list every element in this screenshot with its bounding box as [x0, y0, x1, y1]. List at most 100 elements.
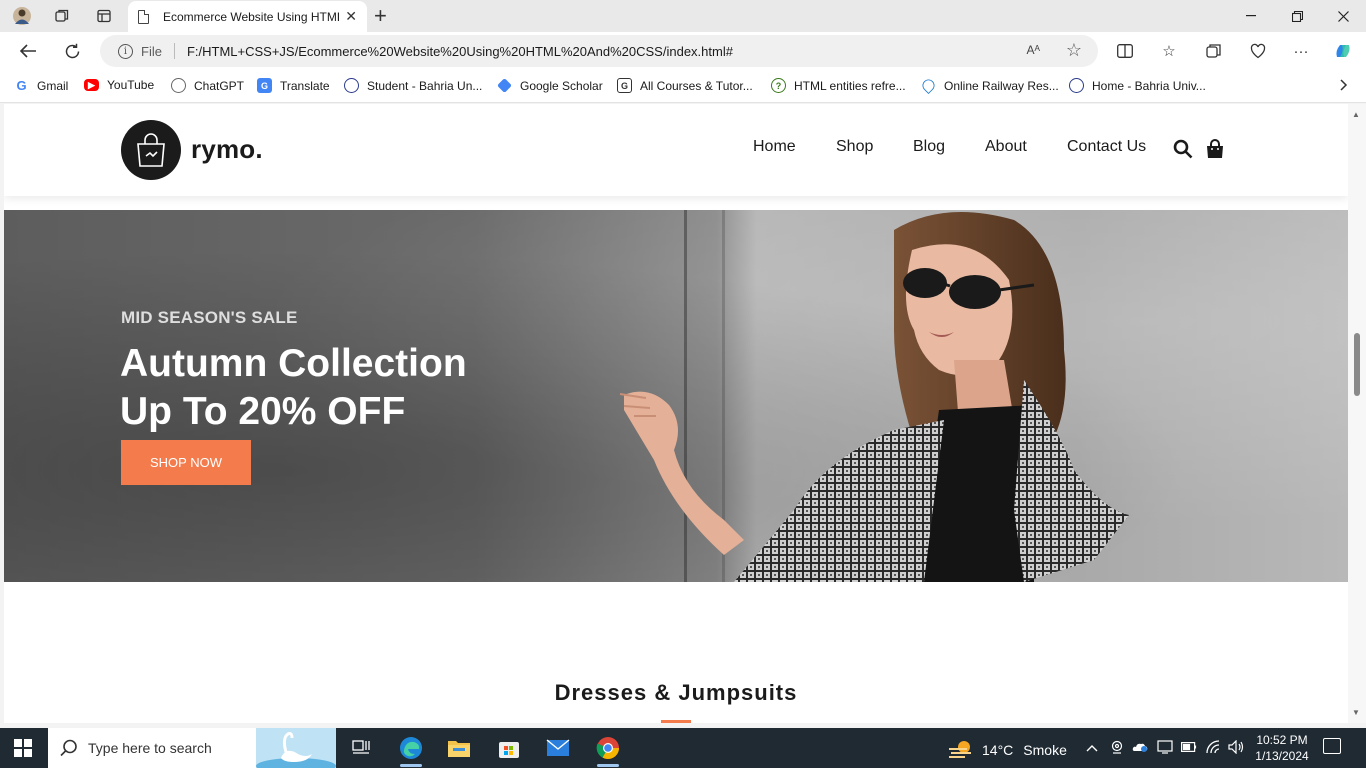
windows-taskbar: Type here to search 14°C Smoke 10:52 PM …: [0, 728, 1366, 768]
favorite-star-icon[interactable]: ☆: [1066, 40, 1082, 61]
workspaces-icon[interactable]: [52, 6, 72, 26]
question-icon: ?: [771, 78, 786, 93]
bahria-icon: [1069, 78, 1084, 93]
model-image: [619, 212, 1129, 582]
bookmark-label: YouTube: [107, 78, 155, 92]
section-title: Dresses & Jumpsuits: [554, 680, 798, 705]
taskbar-search[interactable]: Type here to search: [48, 728, 336, 768]
webcam-icon[interactable]: [1110, 740, 1124, 757]
url-scheme: File: [141, 43, 162, 59]
browser-essentials-icon[interactable]: [1247, 41, 1269, 61]
favorites-icon[interactable]: ☆: [1158, 41, 1180, 61]
google-icon: G: [14, 78, 29, 93]
search-icon[interactable]: [1172, 138, 1194, 160]
bookmark-translate[interactable]: G Translate: [257, 78, 330, 93]
bookmark-google-scholar[interactable]: Google Scholar: [497, 78, 603, 93]
minimize-button[interactable]: [1228, 0, 1274, 32]
bookmark-label: HTML entities refre...: [794, 78, 906, 93]
chevron-right-icon[interactable]: [1340, 78, 1348, 94]
notification-center-icon[interactable]: [1323, 738, 1341, 754]
profile-avatar[interactable]: [12, 6, 32, 26]
shopping-bag-logo-icon[interactable]: [121, 120, 181, 180]
bookmark-student-bahria[interactable]: Student - Bahria Un...: [344, 78, 482, 93]
page-viewport: rymo. Home Shop Blog About Contact Us MI…: [4, 104, 1348, 723]
active-tab[interactable]: Ecommerce Website Using HTML ✕: [128, 1, 367, 32]
tab-strip: Ecommerce Website Using HTML ✕ +: [0, 0, 1366, 32]
nav-home[interactable]: Home: [753, 138, 796, 156]
bookmark-gmail[interactable]: G Gmail: [14, 78, 68, 93]
volume-icon[interactable]: [1228, 739, 1244, 757]
refresh-button[interactable]: [60, 40, 84, 62]
bookmark-chatgpt[interactable]: ChatGPT: [171, 78, 244, 93]
bookmarks-bar: G Gmail ▶ YouTube ChatGPT G Translate St…: [0, 70, 1366, 103]
bookmark-online-railway[interactable]: Online Railway Res...: [920, 77, 1059, 94]
display-icon[interactable]: [1157, 740, 1173, 757]
read-aloud-icon[interactable]: Aᴬ: [1027, 43, 1040, 57]
courses-icon: G: [617, 78, 632, 93]
collections-icon[interactable]: [1203, 41, 1225, 61]
bookmark-label: Online Railway Res...: [944, 78, 1059, 93]
page-icon: [138, 9, 149, 24]
hero-subtitle: MID SEASON'S SALE: [121, 308, 298, 327]
bookmark-label: Google Scholar: [520, 78, 603, 93]
url-separator: [173, 43, 175, 59]
search-icon: [60, 739, 77, 757]
bookmark-home-bahria[interactable]: Home - Bahria Univ...: [1069, 78, 1206, 93]
browser-toolbar: i File F:/HTML+CSS+JS/Ecommerce%20Websit…: [0, 32, 1366, 70]
nav-blog[interactable]: Blog: [913, 138, 945, 156]
scroll-thumb[interactable]: [1354, 333, 1360, 396]
scroll-up-icon[interactable]: ▲: [1352, 110, 1360, 119]
nav-shop[interactable]: Shop: [836, 138, 873, 156]
nav-contact-us[interactable]: Contact Us: [1067, 138, 1146, 156]
close-tab-icon[interactable]: ✕: [345, 9, 357, 23]
section-underline: [661, 720, 691, 723]
site-header: rymo. Home Shop Blog About Contact Us: [4, 104, 1348, 196]
bookmark-label: Gmail: [37, 78, 69, 93]
hero-title: Autumn Collection Up To 20% OFF: [120, 340, 540, 436]
close-window-button[interactable]: [1320, 0, 1366, 32]
back-button[interactable]: [16, 40, 40, 62]
bookmark-label: Student - Bahria Un...: [367, 78, 483, 93]
new-tab-button[interactable]: +: [374, 5, 387, 27]
hero-banner: MID SEASON'S SALE Autumn Collection Up T…: [4, 210, 1348, 582]
onedrive-icon[interactable]: [1132, 740, 1148, 755]
page-scrollbar[interactable]: ▲ ▼: [1348, 104, 1366, 723]
weather-widget[interactable]: 14°C Smoke: [948, 739, 1067, 761]
clock-time: 10:52 PM: [1256, 733, 1308, 747]
bookmark-html-entities[interactable]: ? HTML entities refre...: [771, 78, 906, 93]
windows-start-icon[interactable]: [14, 739, 32, 757]
hero-title-line: Autumn Collection: [120, 342, 467, 385]
split-screen-icon[interactable]: [1114, 41, 1136, 61]
more-menu-icon[interactable]: ···: [1290, 41, 1312, 61]
chrome-icon[interactable]: [585, 728, 631, 768]
scholar-icon: [497, 78, 512, 93]
task-view-icon[interactable]: [338, 728, 384, 768]
info-icon[interactable]: i: [118, 43, 133, 59]
weather-condition: Smoke: [1023, 742, 1067, 758]
bookmark-youtube[interactable]: ▶ YouTube: [84, 78, 154, 92]
search-placeholder: Type here to search: [88, 740, 212, 756]
mail-icon[interactable]: [535, 728, 581, 768]
bookmark-all-courses[interactable]: G All Courses & Tutor...: [617, 78, 753, 93]
tab-actions-icon[interactable]: [94, 6, 114, 26]
shop-now-button[interactable]: SHOP NOW: [121, 440, 251, 485]
microsoft-store-icon[interactable]: [486, 728, 532, 768]
nav-about[interactable]: About: [985, 138, 1027, 156]
scroll-down-icon[interactable]: ▼: [1352, 708, 1360, 717]
battery-icon[interactable]: [1181, 740, 1197, 755]
bookmark-label: All Courses & Tutor...: [640, 78, 753, 93]
youtube-icon: ▶: [84, 79, 99, 91]
copilot-icon[interactable]: [1332, 41, 1354, 61]
restore-button[interactable]: [1274, 0, 1320, 32]
taskbar-edge-icon[interactable]: [388, 728, 434, 768]
address-bar[interactable]: i File F:/HTML+CSS+JS/Ecommerce%20Websit…: [100, 35, 1098, 67]
file-explorer-icon[interactable]: [436, 728, 482, 768]
logo-text[interactable]: rymo.: [191, 134, 263, 165]
url-text[interactable]: F:/HTML+CSS+JS/Ecommerce%20Website%20Usi…: [187, 44, 733, 59]
cart-bag-icon[interactable]: [1204, 138, 1226, 160]
show-hidden-icons-chevron-icon[interactable]: [1086, 740, 1098, 755]
bookmark-label: Home - Bahria Univ...: [1092, 78, 1206, 93]
wifi-icon[interactable]: [1206, 740, 1222, 757]
system-clock[interactable]: 10:52 PM 1/13/2024: [1250, 732, 1314, 764]
bookmark-label: Translate: [280, 78, 330, 93]
